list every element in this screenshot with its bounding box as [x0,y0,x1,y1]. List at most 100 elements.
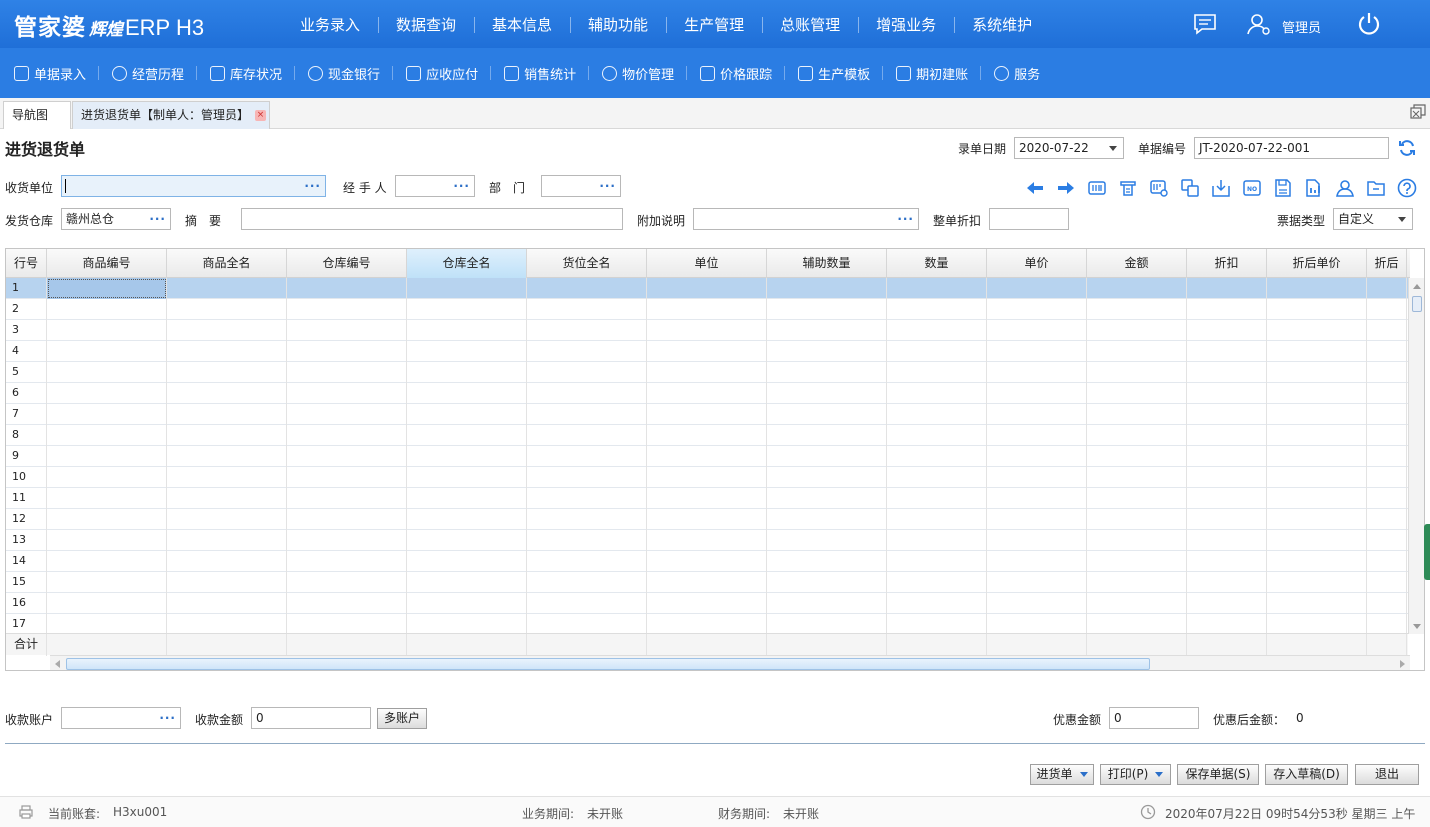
table-cell[interactable] [407,425,527,446]
table-cell[interactable] [527,509,647,530]
table-cell[interactable] [47,341,167,362]
arrow-right-icon[interactable] [1055,178,1077,198]
table-cell[interactable] [167,341,287,362]
receiver-field[interactable]: ··· [61,175,326,197]
table-cell[interactable] [1367,614,1407,635]
toolbar-item-entry[interactable]: 单据录入 [14,64,100,83]
table-cell[interactable] [987,425,1087,446]
table-cell[interactable] [527,530,647,551]
table-cell[interactable] [887,278,987,299]
table-cell[interactable] [1267,572,1367,593]
table-cell[interactable] [887,425,987,446]
table-row[interactable]: 12 [6,509,1408,530]
table-cell[interactable] [1367,320,1407,341]
doc-no-field[interactable]: JT-2020-07-22-001 [1194,137,1389,159]
table-cell[interactable] [527,425,647,446]
table-cell[interactable] [1267,278,1367,299]
table-cell[interactable] [47,593,167,614]
table-cell[interactable] [767,614,887,635]
table-cell[interactable] [167,467,287,488]
toolbar-item-service[interactable]: 服务 [994,64,1053,83]
table-cell[interactable] [1187,404,1267,425]
table-cell[interactable] [1187,551,1267,572]
table-cell[interactable] [987,467,1087,488]
table-cell[interactable] [1367,446,1407,467]
amount-field[interactable]: 0 [251,707,371,729]
table-cell[interactable] [887,572,987,593]
user-icon[interactable] [1245,12,1271,36]
table-cell[interactable] [647,530,767,551]
table-cell[interactable] [767,425,887,446]
table-cell[interactable] [987,593,1087,614]
barcode-icon[interactable] [1086,178,1108,198]
toolbar-item-receivable[interactable]: 应收应付 [406,64,492,83]
table-cell[interactable] [167,488,287,509]
table-row[interactable]: 13 [6,530,1408,551]
toolbar-item-price-track[interactable]: 价格跟踪 [700,64,786,83]
grid-header-cell[interactable]: 折后 [1367,249,1407,278]
table-cell[interactable] [987,278,1087,299]
table-row[interactable]: 7 [6,404,1408,425]
table-cell[interactable] [767,509,887,530]
table-cell[interactable] [1367,278,1407,299]
table-cell[interactable] [767,530,887,551]
table-cell[interactable] [287,320,407,341]
table-cell[interactable] [1267,614,1367,635]
table-row[interactable]: 2 [6,299,1408,320]
table-cell[interactable] [1087,404,1187,425]
table-cell[interactable] [1367,530,1407,551]
table-cell[interactable] [407,614,527,635]
tab-navigation[interactable]: 导航图 [3,101,71,129]
import-icon[interactable] [1210,178,1232,198]
main-nav-item[interactable]: 系统维护 [954,14,1050,35]
table-cell[interactable] [1187,488,1267,509]
table-cell[interactable] [1267,404,1367,425]
user-name[interactable]: 管理员 [1282,17,1321,36]
table-cell[interactable] [1187,362,1267,383]
table-cell[interactable] [47,509,167,530]
table-cell[interactable] [287,299,407,320]
table-cell[interactable] [1087,614,1187,635]
print-preview-icon[interactable] [1117,178,1139,198]
table-cell[interactable] [287,278,407,299]
table-cell[interactable] [767,320,887,341]
table-cell[interactable] [1187,425,1267,446]
table-cell[interactable] [887,341,987,362]
table-cell[interactable] [167,530,287,551]
scroll-thumb[interactable] [66,658,1150,670]
restore-window-icon[interactable] [1410,104,1426,120]
table-cell[interactable] [887,299,987,320]
grid-header-cell[interactable]: 货位全名 [527,249,647,278]
table-cell[interactable] [1087,467,1187,488]
table-cell[interactable] [767,341,887,362]
table-cell[interactable] [887,320,987,341]
table-cell[interactable] [287,572,407,593]
table-cell[interactable] [647,341,767,362]
toolbar-item-sales-stats[interactable]: 销售统计 [504,64,590,83]
power-icon[interactable] [1356,11,1382,37]
table-cell[interactable] [1367,404,1407,425]
table-cell[interactable] [407,404,527,425]
grid-header-cell[interactable]: 数量 [887,249,987,278]
table-cell[interactable] [167,362,287,383]
table-cell[interactable] [167,383,287,404]
table-cell[interactable] [987,383,1087,404]
table-cell[interactable] [1267,488,1367,509]
table-cell[interactable] [647,551,767,572]
arrow-left-icon[interactable] [1024,178,1046,198]
close-icon[interactable]: × [255,110,267,121]
account-field[interactable]: ··· [61,707,181,729]
table-row[interactable]: 10 [6,467,1408,488]
table-cell[interactable] [407,446,527,467]
message-icon[interactable] [1193,13,1217,35]
table-cell[interactable] [1087,551,1187,572]
table-cell[interactable] [47,467,167,488]
table-cell[interactable] [407,299,527,320]
table-cell[interactable] [407,488,527,509]
copy-icon[interactable] [1179,178,1201,198]
browse-icon[interactable]: ··· [149,209,166,229]
table-cell[interactable] [167,320,287,341]
table-cell[interactable] [767,488,887,509]
table-cell[interactable] [1267,299,1367,320]
table-cell[interactable] [527,614,647,635]
